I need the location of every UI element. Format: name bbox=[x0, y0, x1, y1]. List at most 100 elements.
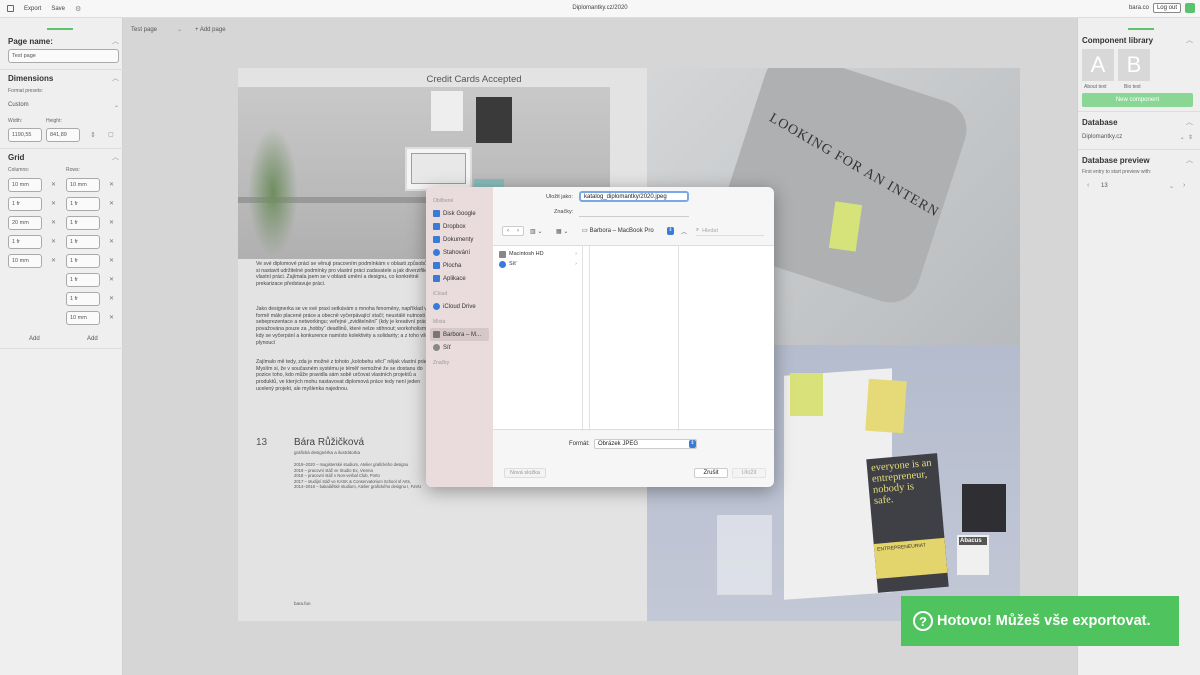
sidebar-item-icloud-drive[interactable]: iCloud Drive bbox=[430, 300, 489, 313]
row-input[interactable]: 1 fr bbox=[66, 254, 100, 268]
remove-row-icon[interactable]: ✕ bbox=[109, 238, 114, 245]
add-page-label: Add page bbox=[199, 27, 226, 33]
column-input[interactable]: 1 fr bbox=[8, 235, 42, 249]
remove-row-icon[interactable]: ✕ bbox=[109, 219, 114, 226]
author-name: Bára Růžičková bbox=[294, 437, 365, 448]
group-toggle[interactable]: ▦ ⌄ bbox=[556, 226, 576, 236]
applications-icon bbox=[433, 275, 440, 282]
row-input[interactable]: 10 mm bbox=[66, 178, 100, 192]
sidebar-item-downloads[interactable]: Stahování bbox=[430, 246, 489, 259]
chevron-down-icon[interactable]: ⌄ bbox=[177, 26, 182, 33]
author-bio: 2019–2020 – magisterské studium, Atelier… bbox=[294, 462, 421, 490]
add-column-button[interactable]: Add bbox=[29, 336, 40, 342]
new-folder-button[interactable]: Nová složka bbox=[504, 468, 546, 478]
search-placeholder: Hledat bbox=[702, 227, 718, 234]
avatar[interactable] bbox=[1185, 3, 1195, 13]
canvas-toolbar: Test page ⌄ + Add page bbox=[123, 18, 1077, 42]
column-input[interactable]: 10 mm bbox=[8, 178, 42, 192]
chevron-right-icon[interactable]: › bbox=[1183, 182, 1185, 189]
remove-column-icon[interactable]: ✕ bbox=[51, 181, 56, 188]
browser-item-macintosh-hd[interactable]: Macintosh HD › bbox=[493, 249, 582, 259]
dimensions-title: Dimensions bbox=[8, 73, 54, 83]
format-preset-select[interactable]: Custom ⌄ bbox=[8, 102, 119, 109]
remove-row-icon[interactable]: ✕ bbox=[109, 276, 114, 283]
remove-row-icon[interactable]: ✕ bbox=[109, 200, 114, 207]
chevron-up-icon[interactable]: ︿ bbox=[1186, 35, 1193, 45]
remove-row-icon[interactable]: ✕ bbox=[109, 257, 114, 264]
chevron-up-icon[interactable]: ︿ bbox=[681, 227, 687, 236]
photo-title: Credit Cards Accepted bbox=[426, 74, 522, 85]
component-a-tile[interactable]: A bbox=[1082, 49, 1114, 81]
remove-column-icon[interactable]: ✕ bbox=[51, 257, 56, 264]
sidebar-item-google-drive[interactable]: Disk Google bbox=[430, 207, 489, 220]
new-component-button[interactable]: New component bbox=[1082, 93, 1193, 107]
location-select[interactable]: ▭ Barbora – MacBook Pro bbox=[582, 227, 654, 235]
database-select[interactable]: Diplomantky.cz ⌄ ⇕ bbox=[1082, 134, 1193, 141]
preview-entry-value[interactable]: 13 bbox=[1101, 183, 1108, 189]
sidebar-item-label: Síť bbox=[443, 344, 451, 351]
chevron-up-icon[interactable]: ︿ bbox=[112, 73, 119, 83]
chevron-up-icon[interactable]: ︿ bbox=[1186, 155, 1193, 165]
width-label: Width: bbox=[8, 118, 23, 124]
location-stepper[interactable]: ⇕ bbox=[667, 227, 674, 235]
remove-column-icon[interactable]: ✕ bbox=[51, 219, 56, 226]
row-input[interactable]: 1 fr bbox=[66, 216, 100, 230]
chevron-up-icon[interactable]: ︿ bbox=[112, 152, 119, 162]
body-paragraph: Ve své diplomové práci se věnuji pracovn… bbox=[256, 261, 437, 288]
sidebar-item-network[interactable]: Síť bbox=[430, 341, 489, 354]
component-b-tile[interactable]: B bbox=[1118, 49, 1150, 81]
database-preview-title: Database preview bbox=[1082, 155, 1150, 165]
columns-label: Columns: bbox=[8, 167, 30, 173]
download-icon bbox=[433, 249, 440, 256]
plant-image bbox=[248, 127, 298, 257]
lock-icon[interactable]: ▢ bbox=[108, 131, 114, 138]
add-row-button[interactable]: Add bbox=[87, 336, 98, 342]
success-toast: ? Hotovo! Můžeš vše exportovat. bbox=[901, 596, 1179, 646]
remove-column-icon[interactable]: ✕ bbox=[51, 238, 56, 245]
column-input[interactable]: 1 fr bbox=[8, 197, 42, 211]
page-select[interactable]: Test page bbox=[131, 27, 157, 33]
row-input[interactable]: 1 fr bbox=[66, 235, 100, 249]
sidebar-item-documents[interactable]: Dokumenty bbox=[430, 233, 489, 246]
back-icon[interactable]: ‹ bbox=[507, 228, 509, 234]
swap-icon[interactable]: ⇕ bbox=[90, 131, 96, 139]
column-input[interactable]: 10 mm bbox=[8, 254, 42, 268]
view-toggle[interactable]: ▥ ⌄ bbox=[530, 226, 550, 236]
file-browser: Macintosh HD › Síť › bbox=[493, 245, 774, 431]
search-field[interactable]: ⌕ Hledat bbox=[696, 226, 764, 236]
remove-row-icon[interactable]: ✕ bbox=[109, 295, 114, 302]
nav-buttons[interactable]: ‹ › bbox=[502, 226, 524, 236]
chevron-down-icon[interactable]: ⌄ bbox=[1169, 183, 1174, 190]
row-input[interactable]: 1 fr bbox=[66, 292, 100, 306]
remove-column-icon[interactable]: ✕ bbox=[51, 200, 56, 207]
row-input[interactable]: 1 fr bbox=[66, 197, 100, 211]
browser-item-network[interactable]: Síť › bbox=[493, 259, 582, 269]
sidebar-item-applications[interactable]: Aplikace bbox=[430, 272, 489, 285]
user-name: bara.co bbox=[1128, 5, 1149, 11]
top-bar: Export Save ⚙ Diplomantky.cz/2020 bara.c… bbox=[0, 0, 1200, 18]
chevron-left-icon[interactable]: ‹ bbox=[1087, 182, 1089, 189]
height-input[interactable]: 841,89 bbox=[46, 128, 80, 142]
row-input[interactable]: 1 fr bbox=[66, 273, 100, 287]
sidebar-head-favorites: Oblíbené bbox=[433, 198, 454, 204]
cancel-button[interactable]: Zrušit bbox=[694, 468, 728, 478]
save-dialog-button[interactable]: Uložit bbox=[732, 468, 766, 478]
row-input[interactable]: 10 mm bbox=[66, 311, 100, 325]
filename-input[interactable]: katalog_diplomantky/2020.jpeg bbox=[579, 191, 689, 202]
chevron-up-icon[interactable]: ︿ bbox=[112, 36, 119, 46]
logout-button[interactable]: Log out bbox=[1152, 3, 1181, 13]
remove-row-icon[interactable]: ✕ bbox=[109, 181, 114, 188]
width-input[interactable]: 1190,55 bbox=[8, 128, 42, 142]
chevron-up-icon[interactable]: ︿ bbox=[1186, 117, 1193, 127]
sidebar-item-desktop[interactable]: Plocha bbox=[430, 259, 489, 272]
add-page-button[interactable]: + Add page bbox=[195, 27, 226, 33]
column-input[interactable]: 20 mm bbox=[8, 216, 42, 230]
sidebar-item-dropbox[interactable]: Dropbox bbox=[430, 220, 489, 233]
format-select[interactable]: Obrázek JPEG ⇕ bbox=[594, 439, 697, 449]
remove-row-icon[interactable]: ✕ bbox=[109, 314, 114, 321]
page-name-input[interactable]: Test page bbox=[8, 49, 119, 63]
forward-icon[interactable]: › bbox=[517, 228, 519, 234]
tags-input[interactable] bbox=[579, 206, 689, 217]
sticky-note bbox=[790, 373, 823, 416]
sidebar-item-macbook[interactable]: Barbora – M... bbox=[430, 328, 489, 341]
